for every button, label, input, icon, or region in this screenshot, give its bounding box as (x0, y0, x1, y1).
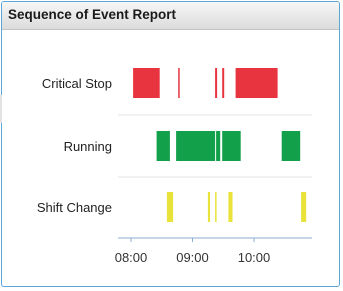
event-segment[interactable] (228, 192, 233, 222)
event-segment[interactable] (178, 68, 180, 98)
x-tick-label: 10:00 (238, 250, 271, 265)
event-segment[interactable] (166, 192, 174, 222)
event-segment[interactable] (176, 131, 216, 161)
event-segment[interactable] (156, 131, 170, 161)
event-segment[interactable] (301, 192, 307, 222)
timeline-chart: 08:00 09:00 10:00 Critical Stop Running Shift… (37, 68, 312, 265)
row-label: Running (64, 139, 112, 154)
row-label: Shift Change (37, 200, 112, 215)
x-tick-label: 09:00 (176, 250, 209, 265)
event-segment[interactable] (222, 68, 225, 98)
event-segment[interactable] (235, 68, 278, 98)
event-segment[interactable] (207, 192, 210, 222)
x-tick-label: 08:00 (115, 250, 148, 265)
event-segment[interactable] (133, 68, 160, 98)
event-segment[interactable] (222, 131, 241, 161)
event-segment[interactable] (215, 68, 218, 98)
row-label: Critical Stop (42, 76, 112, 91)
event-segment[interactable] (281, 131, 301, 161)
event-segment[interactable] (215, 192, 217, 222)
event-segment[interactable] (216, 131, 221, 161)
